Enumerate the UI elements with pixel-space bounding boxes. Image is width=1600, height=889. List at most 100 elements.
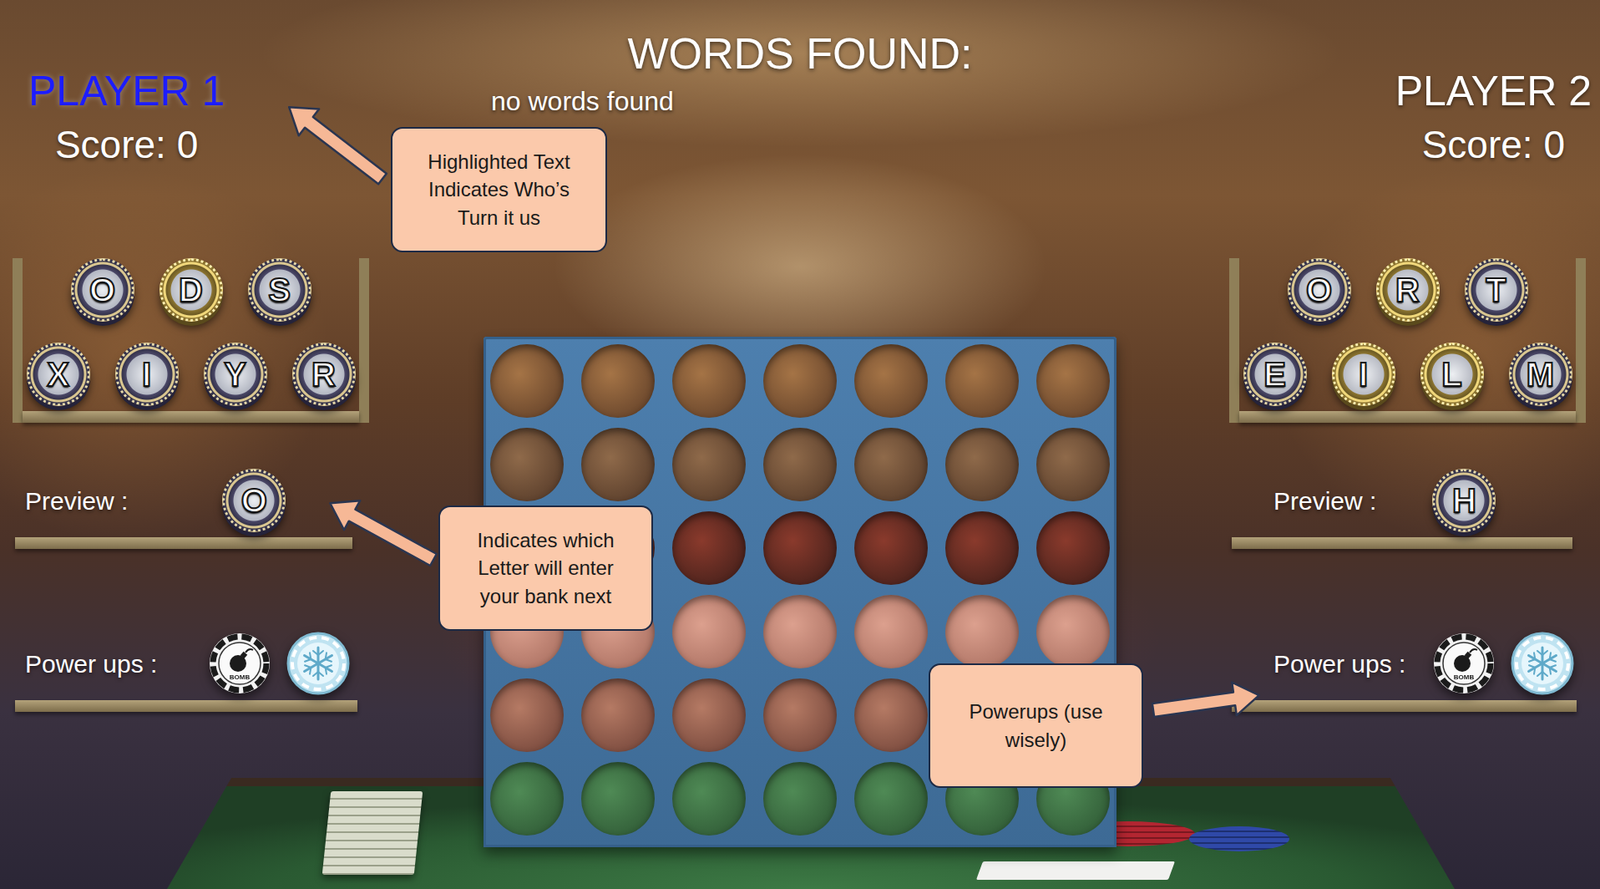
chip-letter: O <box>1306 273 1332 307</box>
powerup-list: BOMB <box>207 631 350 695</box>
player-name: PLAYER 1 <box>28 70 225 112</box>
letter-chip[interactable]: E <box>1243 342 1307 406</box>
board-hole[interactable] <box>672 761 746 836</box>
player-score: Score: 0 <box>55 125 198 164</box>
board-row <box>490 344 1110 418</box>
board-hole[interactable] <box>581 344 655 418</box>
board-hole[interactable] <box>854 761 928 836</box>
chip-letter: X <box>46 357 70 391</box>
board-hole[interactable] <box>672 511 746 585</box>
board-hole[interactable] <box>763 678 837 752</box>
board-hole[interactable] <box>854 594 928 669</box>
powerups-shelf: Power ups : BOMB <box>15 631 385 712</box>
board-hole[interactable] <box>1036 594 1110 669</box>
board-hole[interactable] <box>945 427 1019 502</box>
score-label: Score: <box>55 125 167 164</box>
letter-chip[interactable]: Y <box>203 342 268 406</box>
board-hole[interactable] <box>581 761 655 836</box>
chip-letter: E <box>1263 357 1287 391</box>
game-screen: PLAYER 1Score:0ODSXIYRPreview :OPower up… <box>0 0 1600 889</box>
chip-letter: H <box>1452 483 1477 517</box>
chip-letter: R <box>1395 273 1420 307</box>
callout-arrow-icon <box>1150 678 1261 726</box>
preview-label: Preview : <box>1273 486 1377 515</box>
board-hole[interactable] <box>945 344 1019 418</box>
player-header: PLAYER 1 Score: 0 <box>28 0 225 164</box>
board-hole[interactable] <box>490 427 564 502</box>
callout-box: Highlighted Text Indicates Who’s Turn it… <box>390 126 608 253</box>
chip-letter: O <box>89 273 116 307</box>
board-hole[interactable] <box>672 344 746 418</box>
words-found-title: WORDS FOUND: <box>627 0 973 76</box>
cash-stack-icon <box>322 790 424 875</box>
board-hole[interactable] <box>854 511 928 585</box>
letter-chip[interactable]: I <box>1331 342 1396 406</box>
preview-plank <box>1231 536 1573 549</box>
letter-chip[interactable]: M <box>1508 342 1573 406</box>
words-found-list: no words found <box>483 87 1117 115</box>
board-hole[interactable] <box>1036 427 1110 502</box>
letter-chip[interactable]: I <box>115 342 179 406</box>
snowflake-powerup-icon[interactable] <box>1510 631 1575 695</box>
letter-chip[interactable]: T <box>1464 258 1529 322</box>
board-hole[interactable] <box>763 594 837 669</box>
player-header: PLAYER 2 Score:0 <box>1395 0 1592 164</box>
preview-chip: H <box>1432 468 1496 532</box>
powerup-list: BOMB <box>1432 631 1575 695</box>
board-hole[interactable] <box>854 344 928 418</box>
callout-text: Powerups (use wisely) <box>963 697 1109 753</box>
board-hole[interactable] <box>945 511 1019 585</box>
board-hole[interactable] <box>763 427 837 502</box>
chip-letter: D <box>178 273 203 307</box>
letter-chip[interactable]: R <box>292 342 356 406</box>
powerups-label: Power ups : <box>1273 649 1406 678</box>
callout-text: Indicates which Letter will enter your b… <box>461 526 630 609</box>
bank-row: ODS <box>22 258 360 322</box>
callout-arrow-icon <box>278 93 393 193</box>
callout-arrow-icon <box>322 488 442 575</box>
board-hole[interactable] <box>490 678 564 752</box>
chip-letter: L <box>1441 357 1462 391</box>
board-hole[interactable] <box>581 427 655 502</box>
player-name: PLAYER 2 <box>1395 70 1592 112</box>
chip-letter: R <box>311 357 336 391</box>
board-hole[interactable] <box>672 678 746 752</box>
chip-letter: M <box>1526 357 1555 391</box>
bomb-powerup-icon[interactable]: BOMB <box>207 631 272 695</box>
letter-chip[interactable]: R <box>1376 258 1440 322</box>
board-hole[interactable] <box>1036 511 1110 585</box>
board-hole[interactable] <box>854 678 928 752</box>
board-hole[interactable] <box>581 678 655 752</box>
board-hole[interactable] <box>490 344 564 418</box>
snowflake-powerup-icon[interactable] <box>286 631 350 695</box>
board-hole[interactable] <box>763 511 837 585</box>
bomb-powerup-icon[interactable]: BOMB <box>1432 631 1496 695</box>
board-hole[interactable] <box>672 427 746 502</box>
powerups-label: Power ups : <box>25 649 157 678</box>
letter-chip[interactable]: S <box>248 258 312 322</box>
preview-row: Preview : H <box>1231 468 1600 532</box>
letter-chip[interactable]: O <box>1287 258 1352 322</box>
no-words-text: no words found <box>491 87 674 115</box>
board-hole[interactable] <box>490 761 564 836</box>
board-hole[interactable] <box>672 594 746 669</box>
board-hole[interactable] <box>763 761 837 836</box>
score-value: 0 <box>177 125 199 164</box>
board-hole[interactable] <box>1036 344 1110 418</box>
board-hole[interactable] <box>854 427 928 502</box>
bank-row: ORT <box>1239 258 1576 322</box>
callout-text: Highlighted Text Indicates Who’s Turn it… <box>412 147 586 231</box>
board-hole[interactable] <box>763 344 837 418</box>
letter-bank: O R T E I L M <box>1229 258 1586 423</box>
powerups-shelf: Power ups : BOMB <box>1231 631 1600 712</box>
preview-plank <box>15 536 353 549</box>
powerups-plank <box>1231 699 1577 712</box>
letter-chip[interactable]: X <box>26 342 91 406</box>
letter-chip[interactable]: O <box>70 258 135 322</box>
board-hole[interactable] <box>945 594 1019 669</box>
letter-chip[interactable]: D <box>159 258 223 322</box>
preview-shelf: Preview :O <box>15 468 385 549</box>
score-label: Score: <box>1422 125 1534 164</box>
letter-chip[interactable]: L <box>1420 342 1484 406</box>
score-value: 0 <box>1543 125 1565 164</box>
